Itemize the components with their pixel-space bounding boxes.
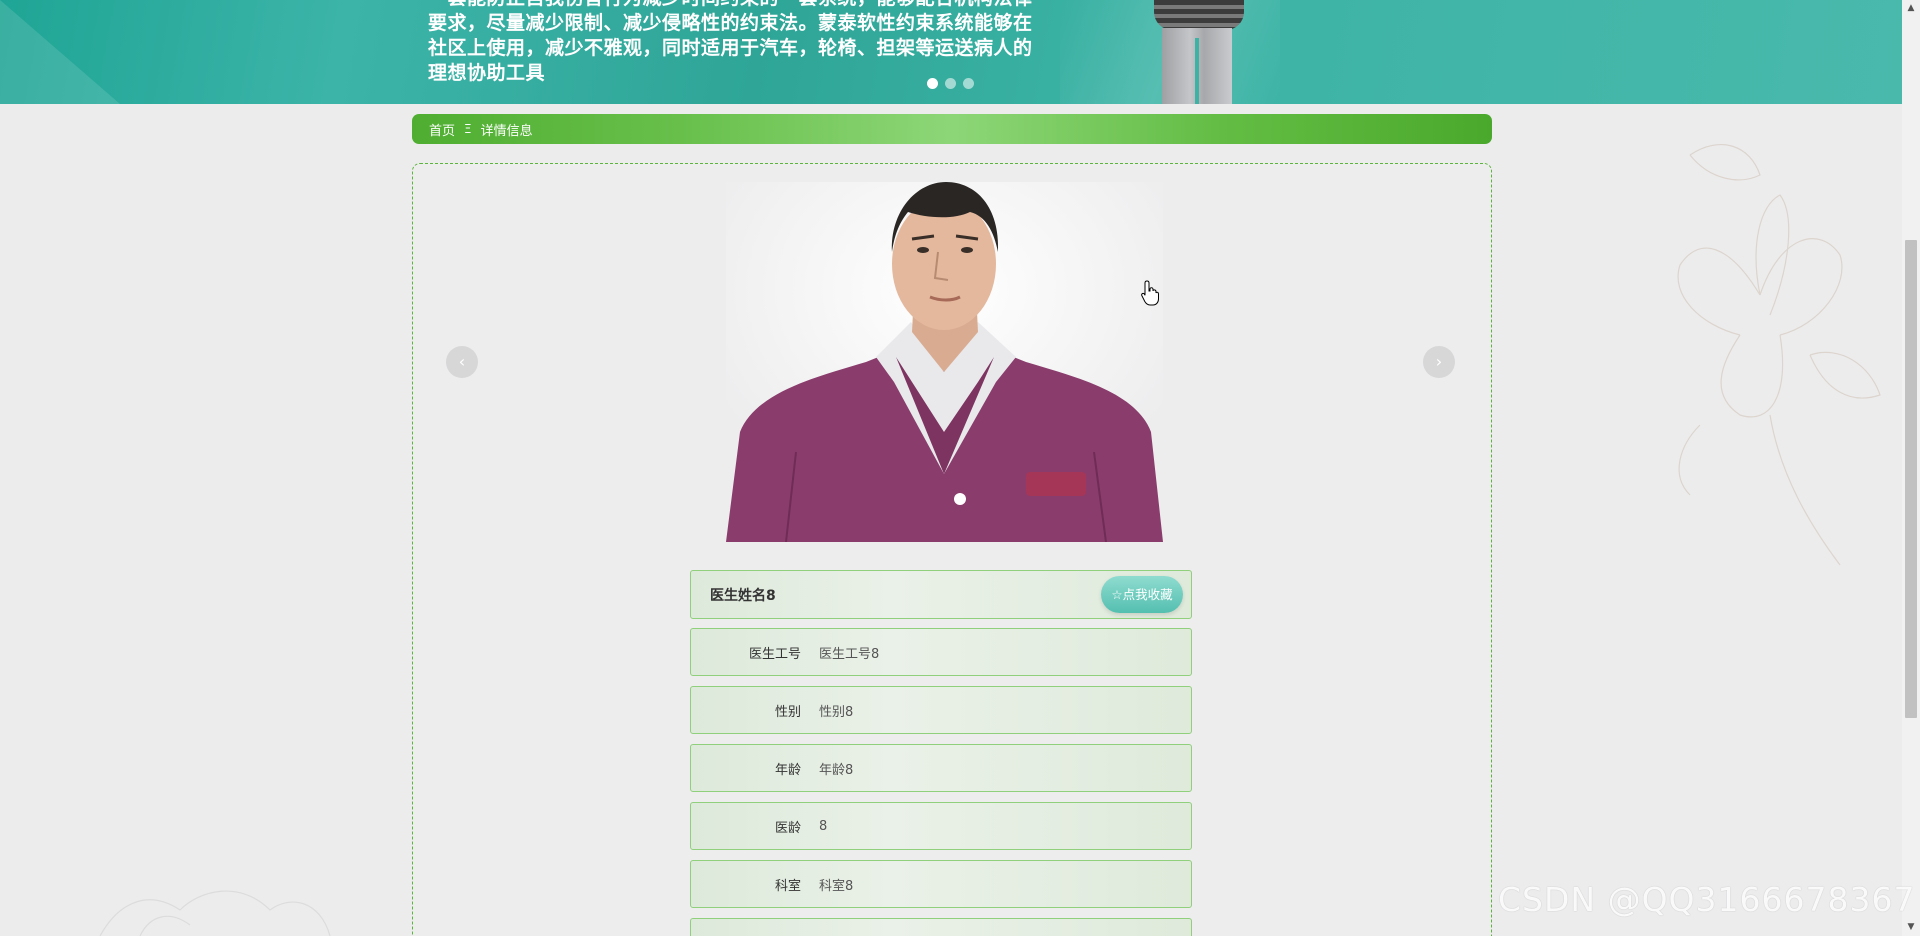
breadcrumb-home-link[interactable]: 首页: [429, 120, 455, 139]
breadcrumb: 首页 Ξ 详情信息: [412, 114, 1492, 144]
scroll-up-icon[interactable]: ▲: [1902, 0, 1920, 17]
floral-decoration-right: [1677, 144, 1881, 566]
person-torso: [1154, 0, 1244, 30]
field-row-partial: [690, 918, 1192, 936]
field-row-department: 科室 科室8: [690, 860, 1192, 908]
banner-dot-3[interactable]: [963, 78, 974, 89]
scrollbar-thumb[interactable]: [1905, 240, 1917, 718]
doctor-name: 医生姓名8: [710, 587, 776, 604]
favorite-button[interactable]: ☆点我收藏: [1101, 576, 1183, 613]
field-value: 8: [819, 818, 828, 834]
photo-pagination-dot[interactable]: [954, 493, 966, 505]
scroll-down-icon[interactable]: ▼: [1902, 919, 1920, 936]
banner-dot-2[interactable]: [945, 78, 956, 89]
breadcrumb-current: 详情信息: [480, 123, 533, 139]
banner-dot-1[interactable]: [927, 78, 938, 89]
field-value: 科室8: [819, 878, 854, 894]
field-value: 医生工号8: [819, 646, 880, 662]
field-row-doctor-id: 医生工号 医生工号8: [690, 628, 1192, 676]
carousel-prev-button[interactable]: ‹: [446, 346, 478, 378]
field-row-years-of-practice: 医龄 8: [690, 802, 1192, 850]
field-value: 性别8: [819, 704, 854, 720]
breadcrumb-separator-icon: Ξ: [464, 122, 472, 136]
carousel-next-button[interactable]: ›: [1423, 346, 1455, 378]
field-label: 科室: [774, 878, 801, 894]
banner-person-image: [1150, 0, 1250, 104]
hand-pointer-icon: [1141, 280, 1159, 306]
doctor-photo: [726, 182, 1163, 542]
banner-decor-stripe: [0, 0, 120, 104]
doctor-photo-illustration: [726, 182, 1163, 542]
page-scrollbar[interactable]: ▲ ▼: [1902, 0, 1920, 936]
field-label: 医龄: [774, 820, 801, 836]
banner-pagination: [927, 78, 974, 89]
person-legs: [1162, 28, 1232, 104]
hero-banner: 一套能防止自我伤害行为减少时间约束的一套系统，能够配合机构法律要求，尽量减少限制…: [0, 0, 1902, 104]
doctor-name-row: 医生姓名8 ☆点我收藏: [690, 570, 1192, 619]
field-row-age: 年龄 年龄8: [690, 744, 1192, 792]
field-label: 医生工号: [748, 646, 801, 662]
field-label: 性别: [774, 704, 801, 720]
field-row-gender: 性别 性别8: [690, 686, 1192, 734]
field-label: 年龄: [774, 762, 801, 778]
field-value: 年龄8: [819, 762, 854, 778]
floral-decoration-bottom-left: [99, 890, 331, 936]
page-root: 一套能防止自我伤害行为减少时间约束的一套系统，能够配合机构法律要求，尽量减少限制…: [0, 0, 1920, 936]
watermark: CSDN @QQ3166678367: [1498, 880, 1916, 919]
banner-text: 一套能防止自我伤害行为减少时间约束的一套系统，能够配合机构法律要求，尽量减少限制…: [428, 0, 1033, 84]
